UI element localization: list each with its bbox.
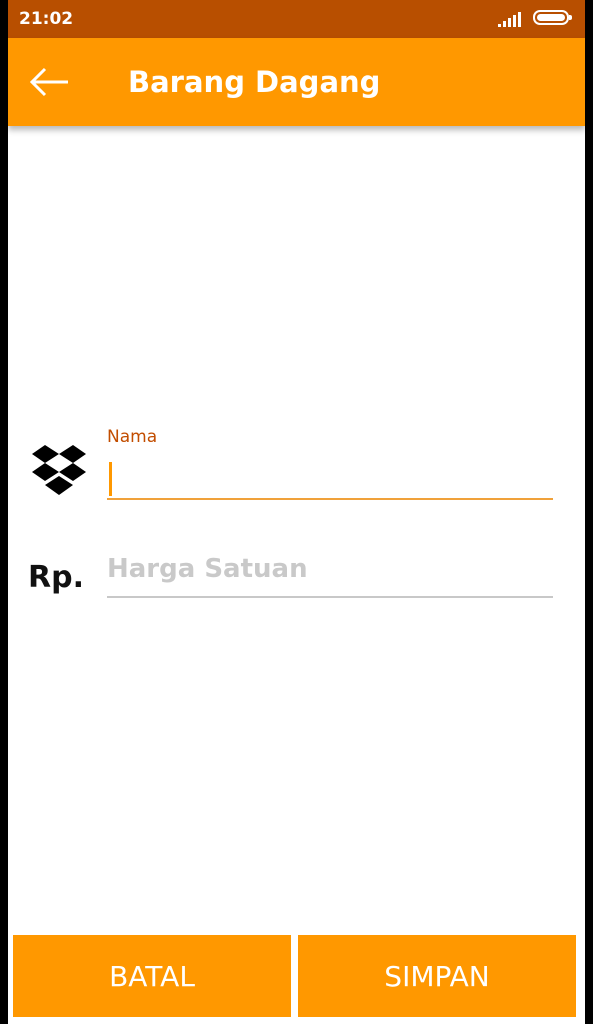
cancel-button[interactable]: BATAL bbox=[13, 935, 291, 1017]
back-arrow-icon[interactable] bbox=[28, 64, 70, 100]
status-time: 21:02 bbox=[19, 9, 74, 29]
page-title: Barang Dagang bbox=[128, 65, 381, 99]
nama-label: Nama bbox=[107, 427, 158, 447]
currency-prefix: Rp. bbox=[28, 560, 84, 595]
text-cursor bbox=[109, 462, 112, 496]
signal-icon bbox=[498, 12, 521, 27]
status-bar: 21:02 bbox=[8, 0, 585, 38]
package-box-icon bbox=[32, 445, 86, 495]
harga-satuan-input[interactable]: Harga Satuan bbox=[107, 554, 553, 598]
harga-placeholder: Harga Satuan bbox=[107, 554, 308, 584]
app-screen: 21:02 Barang Dagang Nama Rp. Harga Satua… bbox=[8, 0, 585, 1024]
nama-input[interactable] bbox=[107, 456, 553, 500]
save-button[interactable]: SIMPAN bbox=[298, 935, 576, 1017]
battery-icon bbox=[533, 10, 572, 25]
app-bar: Barang Dagang bbox=[8, 38, 585, 126]
